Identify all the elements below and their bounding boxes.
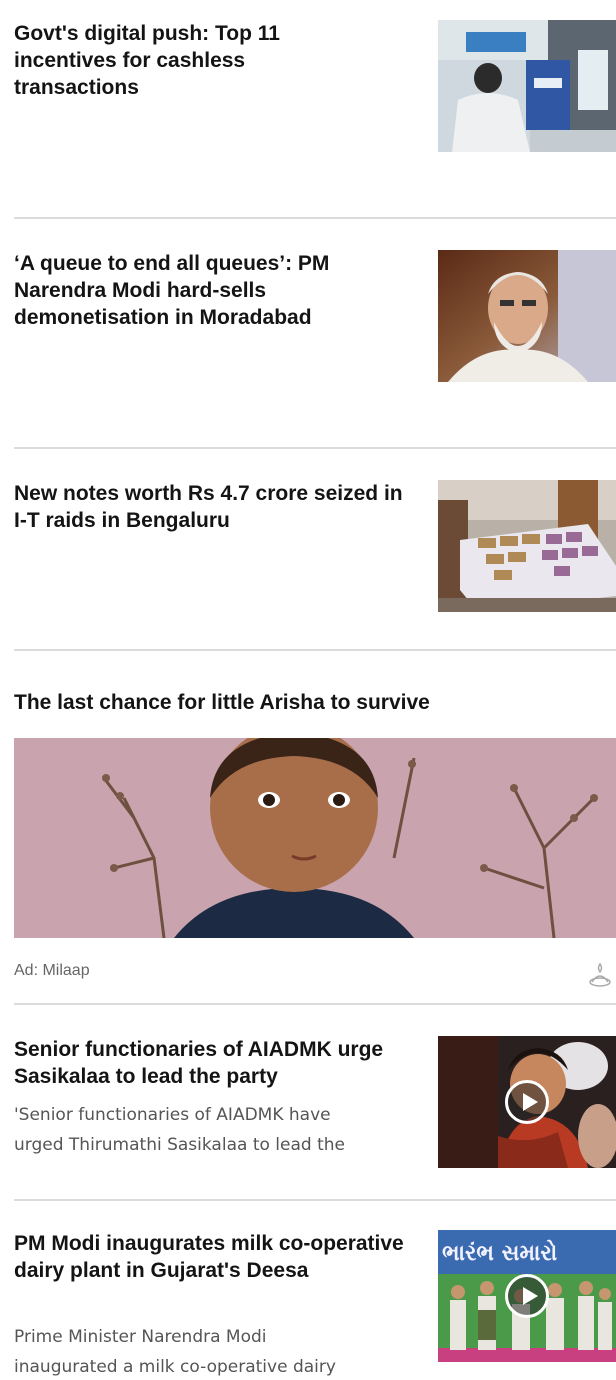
play-icon[interactable] — [505, 1274, 549, 1318]
story-snippet: Prime Minister Narendra Modi inaugurated… — [14, 1322, 424, 1380]
video-story-card[interactable]: Senior functionaries of AIADMK urge Sasi… — [0, 1004, 616, 1200]
snippet-line: urged Thirumathi Sasikalaa to lead the — [14, 1135, 345, 1155]
video-story-card[interactable]: PM Modi inaugurates milk co-operative da… — [0, 1200, 616, 1380]
story-thumbnail[interactable] — [438, 20, 616, 152]
story-snippet: 'Senior functionaries of AIADMK have urg… — [14, 1100, 424, 1160]
video-thumbnail[interactable]: ભારંભ સમારો — [438, 1230, 616, 1362]
story-card[interactable]: ‘A queue to end all queues’: PM Narendra… — [0, 218, 616, 448]
story-thumbnail[interactable] — [438, 250, 616, 382]
story-headline[interactable]: Senior functionaries of AIADMK urge Sasi… — [14, 1036, 414, 1090]
story-card[interactable]: Govt's digital push: Top 11 incentives f… — [0, 0, 616, 218]
video-thumbnail[interactable] — [438, 1036, 616, 1168]
ad-choices-icon[interactable] — [588, 960, 612, 988]
ad-title[interactable]: The last chance for little Arisha to sur… — [14, 688, 614, 718]
story-headline[interactable]: New notes worth Rs 4.7 crore seized in I… — [14, 480, 404, 534]
story-headline[interactable]: PM Modi inaugurates milk co-operative da… — [14, 1230, 404, 1284]
snippet-line: inaugurated a milk co-operative dairy — [14, 1357, 336, 1377]
snippet-line: Prime Minister Narendra Modi — [14, 1327, 267, 1347]
divider — [14, 649, 616, 651]
banner-text: ભારંભ સમારો — [442, 1239, 558, 1266]
story-thumbnail[interactable] — [438, 480, 616, 612]
story-headline[interactable]: Govt's digital push: Top 11 incentives f… — [14, 20, 344, 101]
story-card[interactable]: New notes worth Rs 4.7 crore seized in I… — [0, 448, 616, 650]
snippet-line: 'Senior functionaries of AIADMK have — [14, 1105, 331, 1125]
ad-sponsor-label[interactable]: Ad: Milaap — [14, 962, 90, 980]
ad-image[interactable] — [14, 738, 616, 938]
story-headline[interactable]: ‘A queue to end all queues’: PM Narendra… — [14, 250, 394, 331]
play-icon[interactable] — [505, 1080, 549, 1124]
